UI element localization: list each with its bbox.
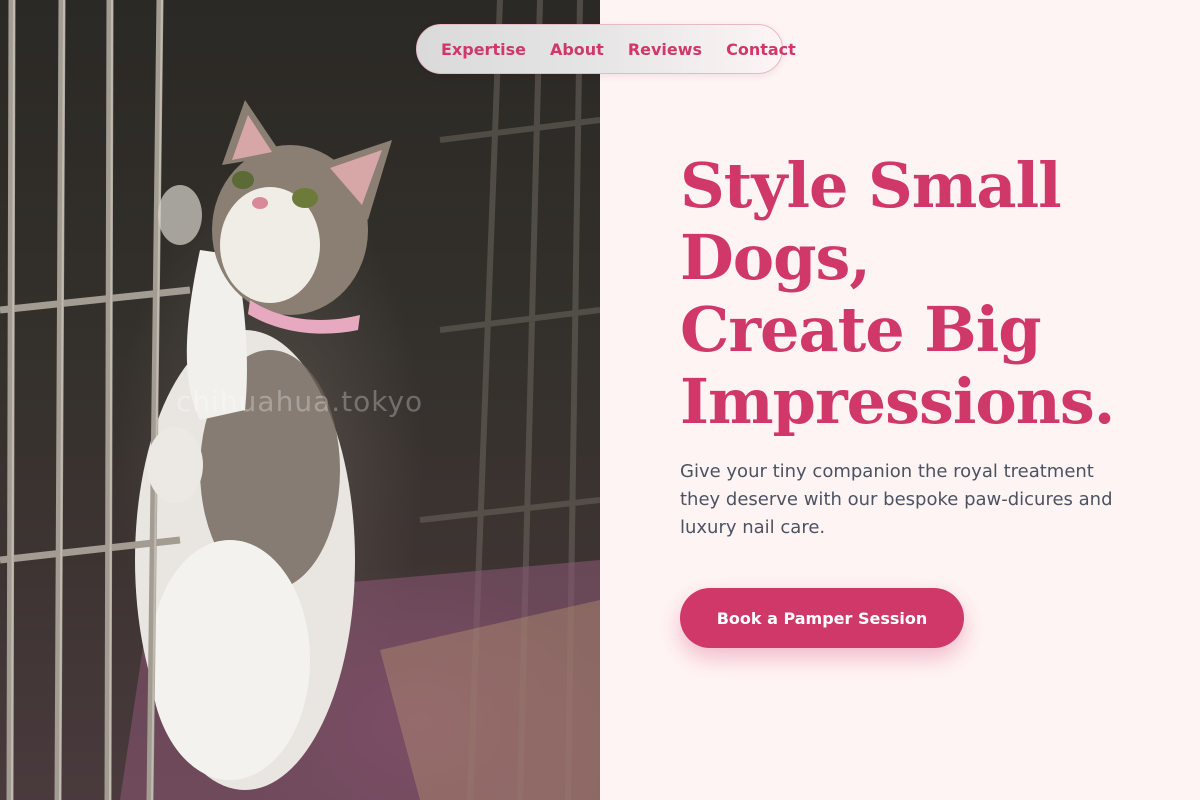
- photo-watermark: chihuahua.tokyo: [176, 385, 424, 418]
- headline-line: Create Big: [680, 293, 1042, 366]
- nav-link-expertise[interactable]: Expertise: [441, 40, 526, 59]
- top-navigation: Expertise About Reviews Contact: [416, 24, 796, 74]
- book-pamper-session-button[interactable]: Book a Pamper Session: [680, 588, 964, 648]
- hero-headline: Style Small Dogs, Create Big Impressions…: [680, 150, 1160, 438]
- hero-description: Give your tiny companion the royal treat…: [680, 461, 1113, 538]
- hero-section: Style Small Dogs, Create Big Impressions…: [680, 150, 1160, 542]
- nav-link-contact[interactable]: Contact: [726, 40, 796, 59]
- headline-line: Dogs,: [680, 221, 871, 294]
- headline-line: Style Small: [680, 149, 1062, 222]
- nav-link-about[interactable]: About: [550, 40, 604, 59]
- nav-link-reviews[interactable]: Reviews: [628, 40, 702, 59]
- hero-photo: chihuahua.tokyo: [0, 0, 600, 800]
- headline-line: Impressions.: [680, 365, 1115, 438]
